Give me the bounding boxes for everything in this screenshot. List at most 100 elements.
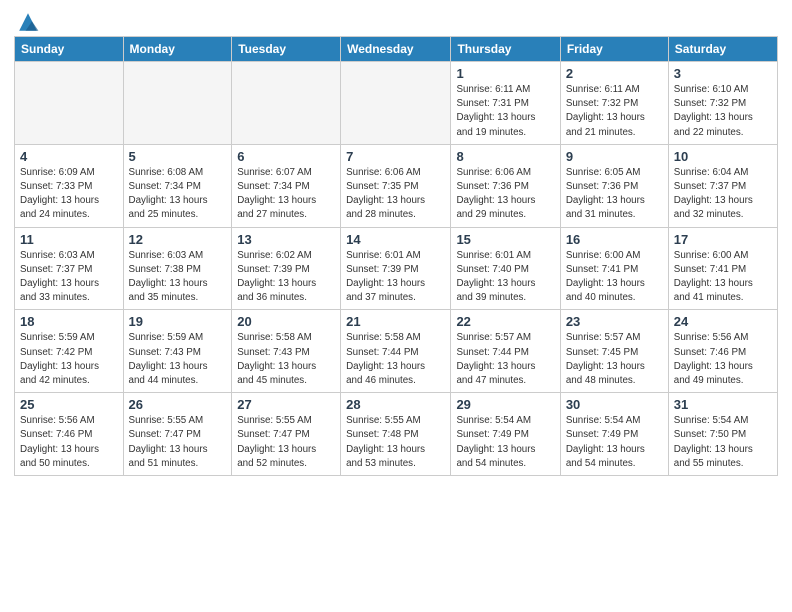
day-info: Sunset: 7:40 PM [456,263,554,277]
day-info: Sunrise: 5:54 AM [566,414,663,428]
day-info: Daylight: 13 hours [674,443,772,457]
day-info: Daylight: 13 hours [20,443,118,457]
day-number: 21 [346,314,445,329]
day-number: 12 [129,232,227,247]
day-info: and 45 minutes. [237,374,335,388]
day-info: Sunset: 7:45 PM [566,346,663,360]
calendar-header: SundayMondayTuesdayWednesdayThursdayFrid… [15,37,778,62]
day-info: Sunrise: 6:06 AM [456,166,554,180]
day-header-saturday: Saturday [668,37,777,62]
day-info: Sunrise: 5:54 AM [456,414,554,428]
day-cell: 3Sunrise: 6:10 AMSunset: 7:32 PMDaylight… [668,62,777,145]
calendar-body: 1Sunrise: 6:11 AMSunset: 7:31 PMDaylight… [15,62,778,476]
day-info: Sunrise: 6:01 AM [456,249,554,263]
day-info: Sunrise: 6:08 AM [129,166,227,180]
day-info: Daylight: 13 hours [237,443,335,457]
day-info: Daylight: 13 hours [237,194,335,208]
day-info: Sunset: 7:43 PM [237,346,335,360]
day-info: and 53 minutes. [346,457,445,471]
day-number: 13 [237,232,335,247]
day-info: and 49 minutes. [674,374,772,388]
day-cell: 8Sunrise: 6:06 AMSunset: 7:36 PMDaylight… [451,144,560,227]
day-info: Daylight: 13 hours [566,111,663,125]
day-number: 19 [129,314,227,329]
week-row-3: 18Sunrise: 5:59 AMSunset: 7:42 PMDayligh… [15,310,778,393]
day-info: and 32 minutes. [674,208,772,222]
day-cell: 17Sunrise: 6:00 AMSunset: 7:41 PMDayligh… [668,227,777,310]
day-info: Daylight: 13 hours [129,277,227,291]
day-info: and 47 minutes. [456,374,554,388]
day-info: Sunset: 7:49 PM [566,428,663,442]
day-info: Sunrise: 6:06 AM [346,166,445,180]
day-info: Sunset: 7:41 PM [566,263,663,277]
day-info: and 36 minutes. [237,291,335,305]
day-cell: 4Sunrise: 6:09 AMSunset: 7:33 PMDaylight… [15,144,124,227]
logo [14,10,40,28]
day-info: Sunset: 7:44 PM [456,346,554,360]
day-info: Sunrise: 6:07 AM [237,166,335,180]
day-cell: 19Sunrise: 5:59 AMSunset: 7:43 PMDayligh… [123,310,232,393]
day-number: 9 [566,149,663,164]
day-info: Daylight: 13 hours [456,360,554,374]
day-info: Daylight: 13 hours [237,360,335,374]
day-number: 31 [674,397,772,412]
day-info: Daylight: 13 hours [674,277,772,291]
day-number: 18 [20,314,118,329]
day-number: 20 [237,314,335,329]
day-header-wednesday: Wednesday [341,37,451,62]
day-info: Sunset: 7:43 PM [129,346,227,360]
day-info: Sunset: 7:48 PM [346,428,445,442]
day-number: 3 [674,66,772,81]
day-info: Sunset: 7:49 PM [456,428,554,442]
day-info: and 46 minutes. [346,374,445,388]
day-info: Daylight: 13 hours [346,443,445,457]
day-number: 4 [20,149,118,164]
day-info: and 25 minutes. [129,208,227,222]
day-info: and 24 minutes. [20,208,118,222]
day-info: Sunset: 7:50 PM [674,428,772,442]
day-info: Sunset: 7:46 PM [674,346,772,360]
day-info: Daylight: 13 hours [566,360,663,374]
day-info: Sunrise: 5:56 AM [674,331,772,345]
day-info: Daylight: 13 hours [456,443,554,457]
day-info: Sunrise: 5:59 AM [129,331,227,345]
day-info: and 42 minutes. [20,374,118,388]
day-cell: 30Sunrise: 5:54 AMSunset: 7:49 PMDayligh… [560,393,668,476]
day-number: 15 [456,232,554,247]
day-header-friday: Friday [560,37,668,62]
day-info: Sunset: 7:36 PM [566,180,663,194]
day-info: Sunrise: 6:11 AM [456,83,554,97]
day-info: Sunrise: 5:54 AM [674,414,772,428]
day-info: Sunrise: 6:05 AM [566,166,663,180]
day-info: and 22 minutes. [674,126,772,140]
day-header-thursday: Thursday [451,37,560,62]
day-info: Sunset: 7:33 PM [20,180,118,194]
day-cell: 1Sunrise: 6:11 AMSunset: 7:31 PMDaylight… [451,62,560,145]
header-row: SundayMondayTuesdayWednesdayThursdayFrid… [15,37,778,62]
day-cell: 27Sunrise: 5:55 AMSunset: 7:47 PMDayligh… [232,393,341,476]
day-info: Sunrise: 5:59 AM [20,331,118,345]
day-cell: 14Sunrise: 6:01 AMSunset: 7:39 PMDayligh… [341,227,451,310]
day-cell: 21Sunrise: 5:58 AMSunset: 7:44 PMDayligh… [341,310,451,393]
day-info: Sunset: 7:42 PM [20,346,118,360]
week-row-1: 4Sunrise: 6:09 AMSunset: 7:33 PMDaylight… [15,144,778,227]
day-cell [15,62,124,145]
day-cell: 18Sunrise: 5:59 AMSunset: 7:42 PMDayligh… [15,310,124,393]
day-cell: 5Sunrise: 6:08 AMSunset: 7:34 PMDaylight… [123,144,232,227]
day-cell: 23Sunrise: 5:57 AMSunset: 7:45 PMDayligh… [560,310,668,393]
page: SundayMondayTuesdayWednesdayThursdayFrid… [0,0,792,612]
day-cell: 24Sunrise: 5:56 AMSunset: 7:46 PMDayligh… [668,310,777,393]
day-info: and 40 minutes. [566,291,663,305]
day-info: Sunrise: 5:55 AM [237,414,335,428]
day-info: Daylight: 13 hours [566,443,663,457]
day-number: 2 [566,66,663,81]
day-info: Sunrise: 5:57 AM [456,331,554,345]
day-number: 7 [346,149,445,164]
day-number: 26 [129,397,227,412]
week-row-0: 1Sunrise: 6:11 AMSunset: 7:31 PMDaylight… [15,62,778,145]
day-info: Sunset: 7:39 PM [346,263,445,277]
day-number: 11 [20,232,118,247]
day-info: Sunset: 7:37 PM [20,263,118,277]
day-info: Sunset: 7:37 PM [674,180,772,194]
day-info: and 28 minutes. [346,208,445,222]
